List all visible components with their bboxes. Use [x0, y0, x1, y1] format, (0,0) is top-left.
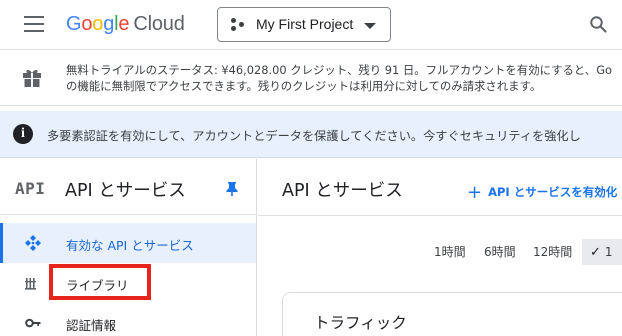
info-icon: i: [13, 124, 33, 144]
trial-status-text: 無料トライアルのステータス: ¥46,028.00 クレジット、残り 91 日。…: [66, 63, 612, 93]
search-icon[interactable]: [589, 15, 607, 33]
sidebar-item-label: 認証情報: [66, 318, 117, 333]
free-trial-banner: 無料トライアルのステータス: ¥46,028.00 クレジット、残り 91 日。…: [0, 51, 622, 106]
header-divider: [258, 215, 622, 216]
sidebar-item-label: 有効な API とサービス: [66, 238, 194, 253]
page-title: API とサービス: [282, 181, 403, 201]
sidenav-title: API とサービス: [65, 181, 186, 201]
google-cloud-logo[interactable]: Google Cloud: [66, 13, 185, 36]
enable-apis-button[interactable]: + API とサービスを有効化: [467, 182, 617, 203]
key-icon: [25, 318, 41, 328]
sidebar-item-label: ライブラリ: [66, 278, 129, 293]
dropdown-arrow-icon: [364, 23, 376, 29]
sidenav-header: API API とサービス: [0, 159, 256, 215]
sidebar-item-enabled-apis[interactable]: 有効な API とサービス: [0, 223, 256, 263]
project-selector-button[interactable]: My First Project: [217, 7, 391, 42]
sidebar-item-library[interactable]: ライブラリ: [0, 263, 256, 303]
pin-icon[interactable]: [226, 182, 238, 196]
enabled-apis-icon: [25, 235, 41, 251]
time-range-label: 1: [604, 245, 613, 259]
time-range-selected[interactable]: ✓ 1: [582, 239, 622, 265]
enable-apis-label: API とサービスを有効化: [488, 185, 618, 199]
mfa-banner: i 多要素認証を有効にして、アカウントとデータを保護してください。今すぐセキュリ…: [0, 111, 622, 158]
plus-icon: +: [467, 182, 483, 203]
mfa-banner-text: 多要素認証を有効にして、アカウントとデータを保護してください。今すぐセキュリティ…: [47, 129, 581, 143]
time-range-6h[interactable]: 6時間: [484, 239, 516, 265]
project-icon: [231, 18, 245, 32]
gift-icon: [23, 69, 41, 87]
top-bar: Google Cloud My First Project: [0, 0, 622, 50]
project-name: My First Project: [256, 16, 354, 32]
library-icon: [25, 278, 36, 290]
api-icon: API: [15, 179, 46, 198]
hamburger-menu-icon[interactable]: [24, 16, 44, 32]
traffic-card: トラフィック: [282, 292, 622, 336]
time-range-12h[interactable]: 12時間: [533, 239, 572, 265]
sidebar-item-credentials[interactable]: 認証情報: [0, 303, 256, 336]
time-range-1h[interactable]: 1時間: [434, 239, 466, 265]
check-icon: ✓: [590, 245, 601, 260]
card-title: トラフィック: [314, 314, 407, 332]
active-indicator: [0, 223, 3, 263]
